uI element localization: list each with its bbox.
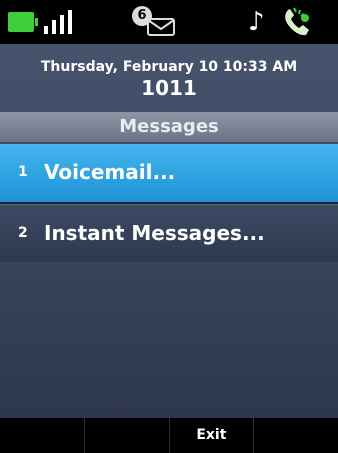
menu-item-label: Instant Messages... (44, 221, 265, 245)
envelope-icon[interactable]: 6 (132, 4, 182, 40)
phone-screen: 6 ♪ Thursday, February 10 10:33 AM 1011 … (0, 0, 338, 453)
softkey-4[interactable] (253, 418, 338, 453)
softkey-2[interactable] (83, 418, 169, 453)
extension-number: 1011 (141, 76, 197, 100)
exit-softkey[interactable]: Exit (168, 418, 254, 453)
battery-icon (8, 12, 38, 32)
menu-item-number: 2 (18, 225, 28, 241)
date-time: Thursday, February 10 10:33 AM (40, 59, 298, 75)
music-note-icon: ♪ (248, 7, 265, 37)
handset-icon (285, 7, 309, 36)
softkey-bar: Exit (0, 418, 338, 453)
status-bar: 6 ♪ (0, 0, 338, 44)
menu-item-label: Voicemail... (44, 160, 176, 184)
signal-icon (40, 10, 80, 34)
screen-title: Messages (0, 112, 338, 142)
menu-item-number: 1 (18, 164, 28, 180)
menu-item-instant-messages[interactable]: 2 Instant Messages... (0, 204, 338, 262)
header: Thursday, February 10 10:33 AM 1011 (0, 54, 338, 110)
menu-item-voicemail[interactable]: 1 Voicemail... (0, 144, 338, 202)
softkey-1[interactable] (0, 418, 84, 453)
